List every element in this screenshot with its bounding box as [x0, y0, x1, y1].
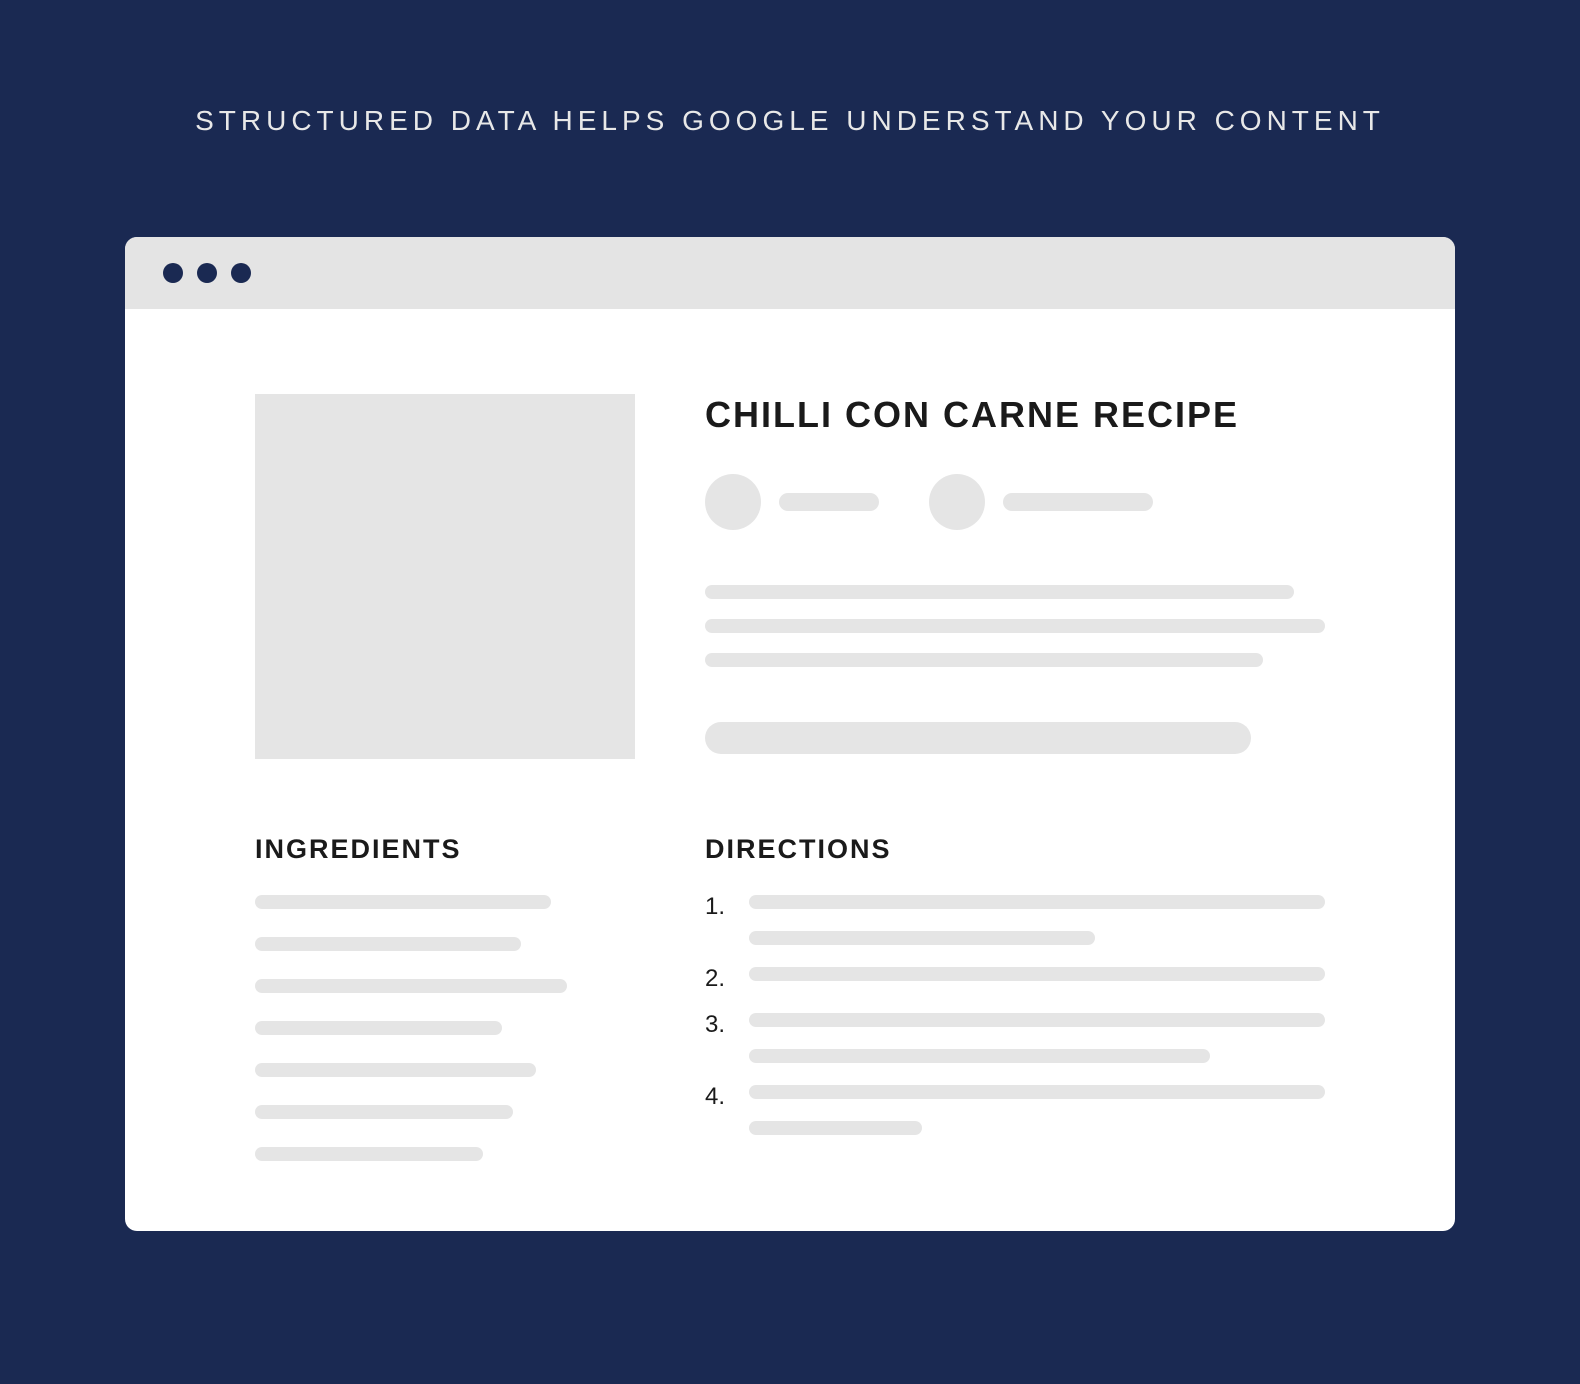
ingredient-placeholder — [255, 1147, 483, 1161]
ingredients-heading: INGREDIENTS — [255, 834, 635, 865]
ingredient-placeholder — [255, 937, 521, 951]
text-placeholder — [749, 1121, 922, 1135]
recipe-header-col: CHILLI CON CARNE RECIPE — [705, 394, 1325, 759]
directions-list: 1. 2. 3. — [705, 895, 1325, 1135]
ingredient-placeholder — [255, 1063, 536, 1077]
ingredient-placeholder — [255, 895, 551, 909]
directions-column: DIRECTIONS 1. 2. — [705, 834, 1325, 1161]
recipe-title: CHILLI CON CARNE RECIPE — [705, 394, 1325, 436]
bottom-section: INGREDIENTS DIRECTIONS 1. — [255, 834, 1325, 1161]
text-placeholder — [705, 619, 1325, 633]
text-placeholder — [749, 1049, 1210, 1063]
window-control-dot — [197, 263, 217, 283]
text-placeholder — [705, 653, 1263, 667]
browser-chrome — [125, 237, 1455, 309]
text-placeholder — [749, 1085, 1325, 1099]
text-placeholder — [749, 931, 1095, 945]
ingredients-column: INGREDIENTS — [255, 834, 635, 1161]
step-number: 1. — [705, 895, 729, 945]
avatar-placeholder — [705, 474, 761, 530]
step-number: 3. — [705, 1013, 729, 1063]
avatar-placeholder — [929, 474, 985, 530]
summary-pill-placeholder — [705, 722, 1251, 754]
meta-item — [705, 474, 879, 530]
meta-text-placeholder — [779, 493, 879, 511]
window-control-dot — [163, 263, 183, 283]
text-placeholder — [749, 1013, 1325, 1027]
direction-step: 4. — [705, 1085, 1325, 1135]
meta-item — [929, 474, 1153, 530]
direction-step: 2. — [705, 967, 1325, 991]
ingredient-placeholder — [255, 979, 567, 993]
text-placeholder — [705, 585, 1294, 599]
page-title: STRUCTURED DATA HELPS GOOGLE UNDERSTAND … — [0, 0, 1580, 237]
recipe-meta-row — [705, 474, 1325, 530]
meta-text-placeholder — [1003, 493, 1153, 511]
direction-step: 3. — [705, 1013, 1325, 1063]
text-placeholder — [749, 967, 1325, 981]
directions-heading: DIRECTIONS — [705, 834, 1325, 865]
top-section: CHILLI CON CARNE RECIPE — [255, 394, 1325, 759]
browser-window: CHILLI CON CARNE RECIPE — [125, 237, 1455, 1231]
step-number: 2. — [705, 967, 729, 991]
text-placeholder — [749, 895, 1325, 909]
description-lines — [705, 585, 1325, 667]
step-number: 4. — [705, 1085, 729, 1135]
ingredients-list — [255, 895, 635, 1161]
page-content: CHILLI CON CARNE RECIPE — [125, 309, 1455, 1231]
recipe-hero-image — [255, 394, 635, 759]
ingredient-placeholder — [255, 1105, 513, 1119]
ingredient-placeholder — [255, 1021, 502, 1035]
direction-step: 1. — [705, 895, 1325, 945]
window-control-dot — [231, 263, 251, 283]
